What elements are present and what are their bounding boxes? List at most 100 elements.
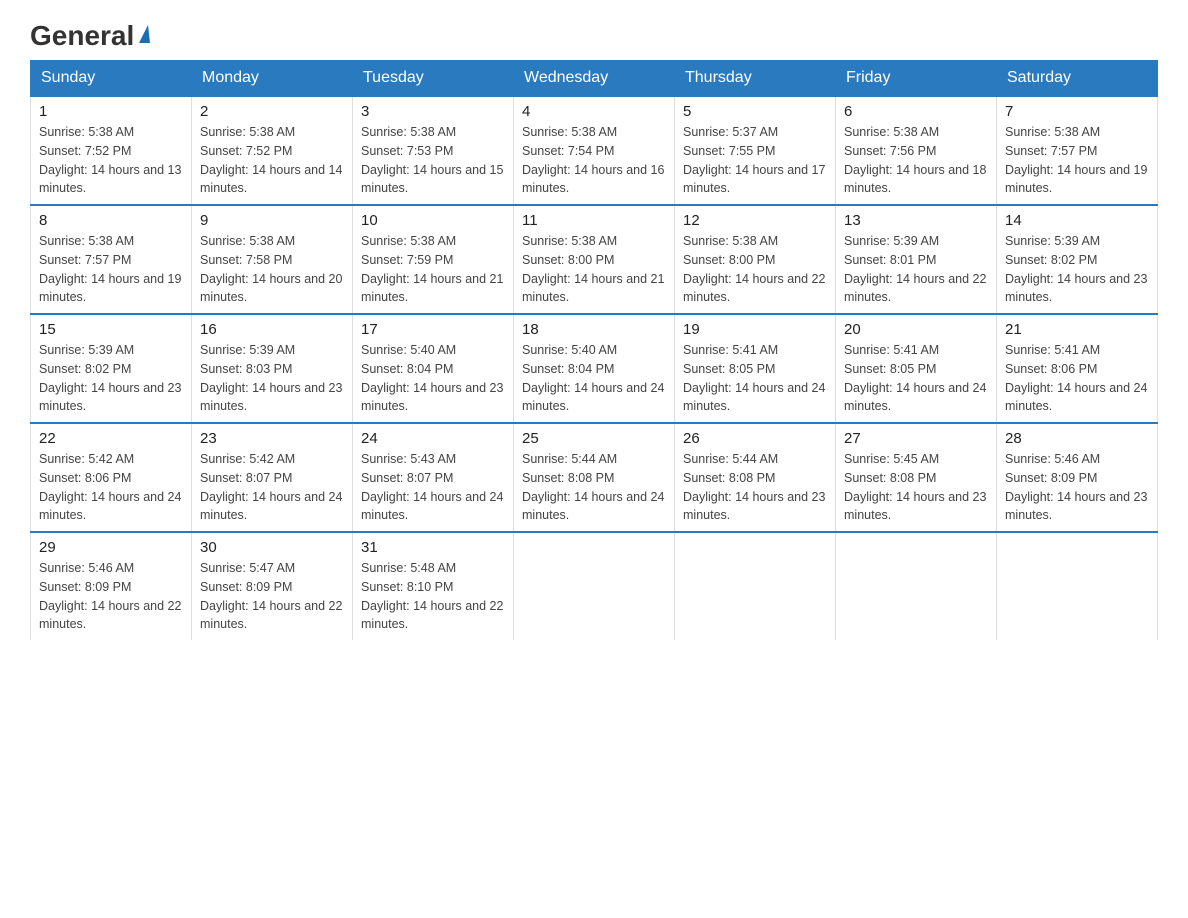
day-number: 6 <box>844 103 988 120</box>
calendar-cell: 18 Sunrise: 5:40 AMSunset: 8:04 PMDaylig… <box>514 314 675 423</box>
day-info: Sunrise: 5:42 AMSunset: 8:07 PMDaylight:… <box>200 450 344 525</box>
day-info: Sunrise: 5:38 AMSunset: 7:58 PMDaylight:… <box>200 232 344 307</box>
day-info: Sunrise: 5:38 AMSunset: 7:54 PMDaylight:… <box>522 123 666 198</box>
calendar-cell: 29 Sunrise: 5:46 AMSunset: 8:09 PMDaylig… <box>31 532 192 640</box>
day-number: 17 <box>361 321 505 338</box>
day-number: 29 <box>39 539 183 556</box>
day-info: Sunrise: 5:39 AMSunset: 8:01 PMDaylight:… <box>844 232 988 307</box>
calendar-cell: 12 Sunrise: 5:38 AMSunset: 8:00 PMDaylig… <box>675 205 836 314</box>
day-info: Sunrise: 5:40 AMSunset: 8:04 PMDaylight:… <box>522 341 666 416</box>
day-info: Sunrise: 5:43 AMSunset: 8:07 PMDaylight:… <box>361 450 505 525</box>
logo-triangle-icon <box>139 25 150 43</box>
calendar-table: SundayMondayTuesdayWednesdayThursdayFrid… <box>30 60 1158 640</box>
calendar-cell: 24 Sunrise: 5:43 AMSunset: 8:07 PMDaylig… <box>353 423 514 532</box>
day-number: 5 <box>683 103 827 120</box>
day-info: Sunrise: 5:44 AMSunset: 8:08 PMDaylight:… <box>683 450 827 525</box>
calendar-cell: 30 Sunrise: 5:47 AMSunset: 8:09 PMDaylig… <box>192 532 353 640</box>
calendar-cell: 23 Sunrise: 5:42 AMSunset: 8:07 PMDaylig… <box>192 423 353 532</box>
day-number: 25 <box>522 430 666 447</box>
day-number: 20 <box>844 321 988 338</box>
calendar-cell: 14 Sunrise: 5:39 AMSunset: 8:02 PMDaylig… <box>997 205 1158 314</box>
calendar-cell <box>514 532 675 640</box>
column-header-monday: Monday <box>192 61 353 97</box>
day-number: 31 <box>361 539 505 556</box>
calendar-cell: 28 Sunrise: 5:46 AMSunset: 8:09 PMDaylig… <box>997 423 1158 532</box>
day-info: Sunrise: 5:38 AMSunset: 7:53 PMDaylight:… <box>361 123 505 198</box>
day-number: 9 <box>200 212 344 229</box>
calendar-cell <box>997 532 1158 640</box>
day-number: 26 <box>683 430 827 447</box>
calendar-week-row: 22 Sunrise: 5:42 AMSunset: 8:06 PMDaylig… <box>31 423 1158 532</box>
day-number: 10 <box>361 212 505 229</box>
day-info: Sunrise: 5:38 AMSunset: 7:52 PMDaylight:… <box>200 123 344 198</box>
calendar-cell: 7 Sunrise: 5:38 AMSunset: 7:57 PMDayligh… <box>997 96 1158 205</box>
day-info: Sunrise: 5:39 AMSunset: 8:02 PMDaylight:… <box>39 341 183 416</box>
day-number: 27 <box>844 430 988 447</box>
day-info: Sunrise: 5:41 AMSunset: 8:05 PMDaylight:… <box>844 341 988 416</box>
calendar-cell: 11 Sunrise: 5:38 AMSunset: 8:00 PMDaylig… <box>514 205 675 314</box>
day-info: Sunrise: 5:48 AMSunset: 8:10 PMDaylight:… <box>361 559 505 634</box>
calendar-week-row: 29 Sunrise: 5:46 AMSunset: 8:09 PMDaylig… <box>31 532 1158 640</box>
column-header-tuesday: Tuesday <box>353 61 514 97</box>
calendar-cell: 5 Sunrise: 5:37 AMSunset: 7:55 PMDayligh… <box>675 96 836 205</box>
column-header-sunday: Sunday <box>31 61 192 97</box>
calendar-cell: 21 Sunrise: 5:41 AMSunset: 8:06 PMDaylig… <box>997 314 1158 423</box>
day-number: 18 <box>522 321 666 338</box>
day-number: 8 <box>39 212 183 229</box>
day-info: Sunrise: 5:38 AMSunset: 7:52 PMDaylight:… <box>39 123 183 198</box>
calendar-cell: 8 Sunrise: 5:38 AMSunset: 7:57 PMDayligh… <box>31 205 192 314</box>
day-number: 2 <box>200 103 344 120</box>
logo-general-text: General <box>30 20 134 52</box>
day-info: Sunrise: 5:41 AMSunset: 8:05 PMDaylight:… <box>683 341 827 416</box>
day-info: Sunrise: 5:38 AMSunset: 8:00 PMDaylight:… <box>522 232 666 307</box>
day-info: Sunrise: 5:39 AMSunset: 8:02 PMDaylight:… <box>1005 232 1149 307</box>
day-number: 14 <box>1005 212 1149 229</box>
day-number: 16 <box>200 321 344 338</box>
calendar-cell <box>836 532 997 640</box>
day-number: 13 <box>844 212 988 229</box>
calendar-cell: 20 Sunrise: 5:41 AMSunset: 8:05 PMDaylig… <box>836 314 997 423</box>
calendar-cell: 16 Sunrise: 5:39 AMSunset: 8:03 PMDaylig… <box>192 314 353 423</box>
day-info: Sunrise: 5:41 AMSunset: 8:06 PMDaylight:… <box>1005 341 1149 416</box>
calendar-header-row: SundayMondayTuesdayWednesdayThursdayFrid… <box>31 61 1158 97</box>
calendar-cell: 4 Sunrise: 5:38 AMSunset: 7:54 PMDayligh… <box>514 96 675 205</box>
calendar-week-row: 15 Sunrise: 5:39 AMSunset: 8:02 PMDaylig… <box>31 314 1158 423</box>
page-header: General <box>30 20 1158 48</box>
calendar-cell: 22 Sunrise: 5:42 AMSunset: 8:06 PMDaylig… <box>31 423 192 532</box>
logo: General <box>30 20 150 48</box>
day-info: Sunrise: 5:40 AMSunset: 8:04 PMDaylight:… <box>361 341 505 416</box>
day-info: Sunrise: 5:47 AMSunset: 8:09 PMDaylight:… <box>200 559 344 634</box>
day-number: 7 <box>1005 103 1149 120</box>
day-number: 15 <box>39 321 183 338</box>
calendar-cell: 6 Sunrise: 5:38 AMSunset: 7:56 PMDayligh… <box>836 96 997 205</box>
calendar-cell: 19 Sunrise: 5:41 AMSunset: 8:05 PMDaylig… <box>675 314 836 423</box>
calendar-cell: 26 Sunrise: 5:44 AMSunset: 8:08 PMDaylig… <box>675 423 836 532</box>
calendar-cell: 2 Sunrise: 5:38 AMSunset: 7:52 PMDayligh… <box>192 96 353 205</box>
calendar-cell: 13 Sunrise: 5:39 AMSunset: 8:01 PMDaylig… <box>836 205 997 314</box>
calendar-cell <box>675 532 836 640</box>
calendar-cell: 17 Sunrise: 5:40 AMSunset: 8:04 PMDaylig… <box>353 314 514 423</box>
day-info: Sunrise: 5:37 AMSunset: 7:55 PMDaylight:… <box>683 123 827 198</box>
calendar-week-row: 8 Sunrise: 5:38 AMSunset: 7:57 PMDayligh… <box>31 205 1158 314</box>
day-number: 3 <box>361 103 505 120</box>
column-header-thursday: Thursday <box>675 61 836 97</box>
calendar-cell: 3 Sunrise: 5:38 AMSunset: 7:53 PMDayligh… <box>353 96 514 205</box>
calendar-cell: 9 Sunrise: 5:38 AMSunset: 7:58 PMDayligh… <box>192 205 353 314</box>
day-number: 1 <box>39 103 183 120</box>
column-header-wednesday: Wednesday <box>514 61 675 97</box>
day-number: 22 <box>39 430 183 447</box>
column-header-friday: Friday <box>836 61 997 97</box>
day-info: Sunrise: 5:38 AMSunset: 8:00 PMDaylight:… <box>683 232 827 307</box>
day-number: 19 <box>683 321 827 338</box>
calendar-cell: 25 Sunrise: 5:44 AMSunset: 8:08 PMDaylig… <box>514 423 675 532</box>
day-number: 24 <box>361 430 505 447</box>
day-info: Sunrise: 5:38 AMSunset: 7:57 PMDaylight:… <box>1005 123 1149 198</box>
day-number: 4 <box>522 103 666 120</box>
day-info: Sunrise: 5:45 AMSunset: 8:08 PMDaylight:… <box>844 450 988 525</box>
day-info: Sunrise: 5:42 AMSunset: 8:06 PMDaylight:… <box>39 450 183 525</box>
day-number: 28 <box>1005 430 1149 447</box>
day-number: 23 <box>200 430 344 447</box>
day-info: Sunrise: 5:38 AMSunset: 7:56 PMDaylight:… <box>844 123 988 198</box>
calendar-cell: 31 Sunrise: 5:48 AMSunset: 8:10 PMDaylig… <box>353 532 514 640</box>
day-info: Sunrise: 5:46 AMSunset: 8:09 PMDaylight:… <box>1005 450 1149 525</box>
